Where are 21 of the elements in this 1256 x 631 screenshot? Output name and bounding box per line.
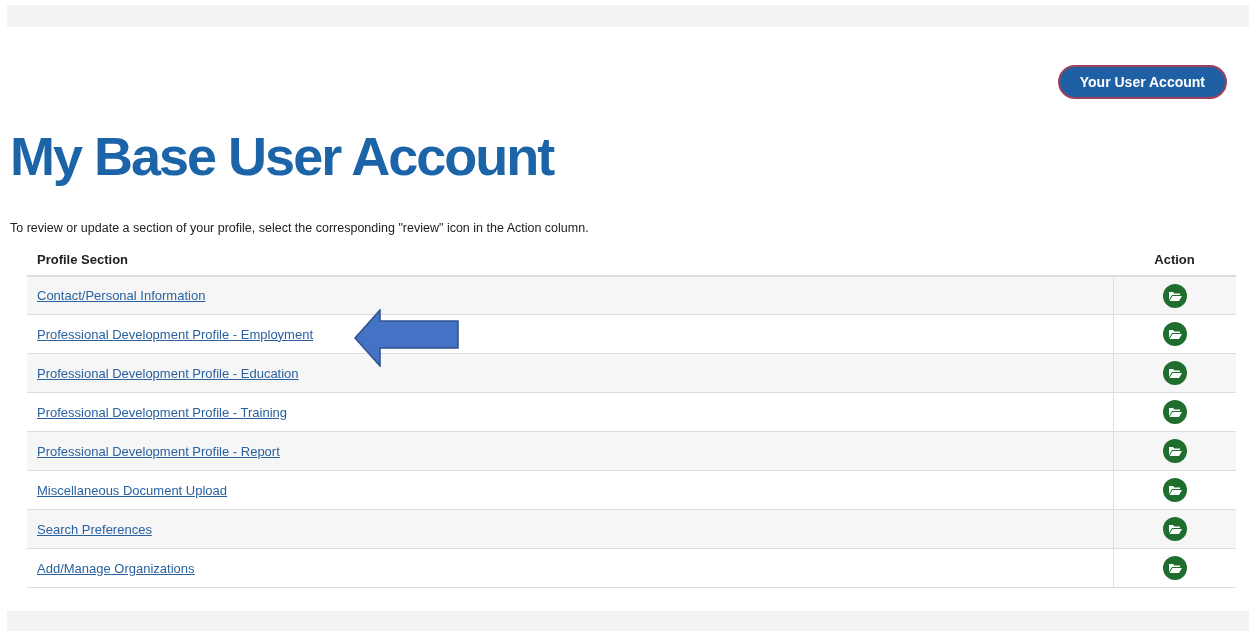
page-title: My Base User Account (10, 126, 554, 186)
section-link[interactable]: Contact/Personal Information (37, 287, 206, 303)
folder-icon[interactable] (1162, 322, 1187, 347)
column-header: Action (1154, 251, 1195, 267)
section-link[interactable]: Professional Development Profile - Report (37, 443, 280, 459)
folder-icon[interactable] (1162, 361, 1187, 386)
section-link[interactable]: Professional Development Profile - Training (37, 404, 287, 420)
column-header: Profile Section (37, 251, 129, 267)
section-link[interactable]: Professional Development Profile - Employment (37, 326, 313, 342)
folder-icon[interactable] (1162, 439, 1187, 464)
section-link[interactable]: Miscellaneous Document Upload (37, 482, 228, 498)
folder-icon[interactable] (1162, 400, 1187, 425)
folder-icon[interactable] (1162, 556, 1187, 581)
folder-icon[interactable] (1162, 283, 1187, 308)
folder-icon[interactable] (1162, 517, 1187, 542)
section-link[interactable]: Professional Development Profile - Education (37, 365, 299, 381)
instructions-text: To review or update a section of your profile, select the corresponding "review" icon in the Action column. (10, 220, 589, 237)
section-link[interactable]: Search Preferences (37, 521, 152, 537)
folder-icon[interactable] (1162, 478, 1187, 503)
account-button[interactable]: Your User Account (1057, 65, 1227, 99)
section-link[interactable]: Add/Manage Organizations (37, 560, 195, 576)
